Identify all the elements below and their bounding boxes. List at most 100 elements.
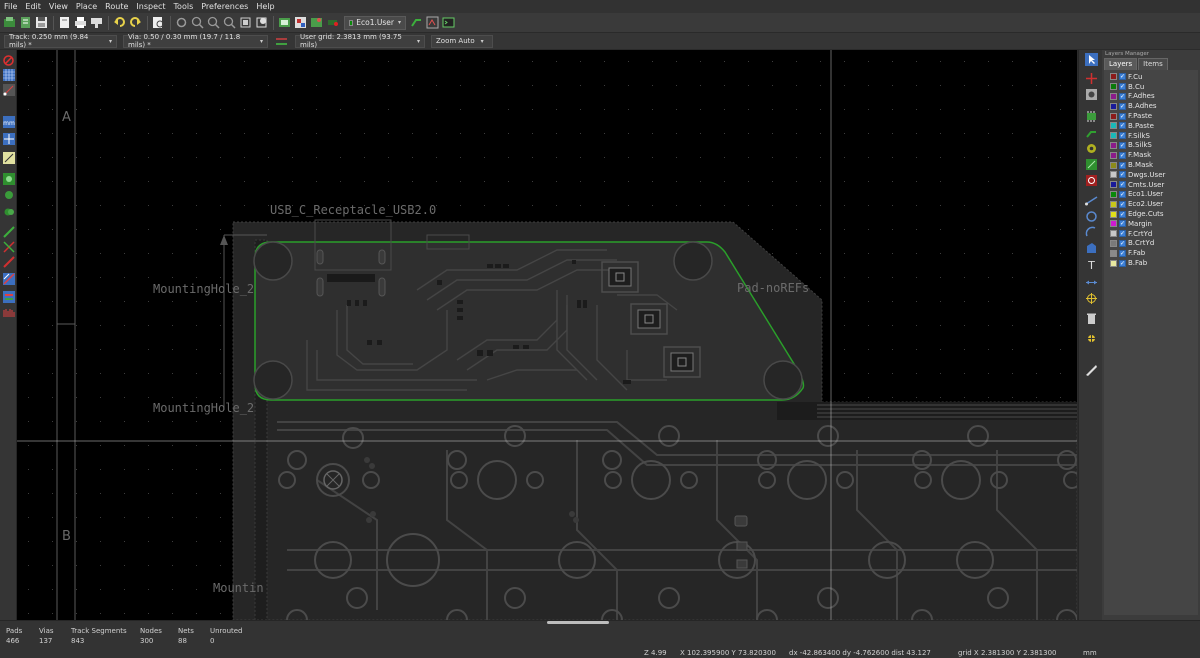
cursor-shape-icon[interactable] — [1, 132, 16, 145]
add-via-icon[interactable] — [1084, 142, 1098, 155]
high-contrast-icon[interactable] — [1, 272, 16, 285]
layer-row[interactable]: ✓ B.CrtYd — [1104, 239, 1198, 249]
layer-row[interactable]: ✓ Edge.Cuts — [1104, 209, 1198, 219]
layer-visibility-checkbox[interactable]: ✓ — [1119, 230, 1126, 238]
zoom-fit-icon[interactable] — [222, 15, 237, 30]
menu-file[interactable]: File — [4, 2, 17, 11]
layer-visibility-checkbox[interactable]: ✓ — [1119, 171, 1126, 179]
highlight-net-icon[interactable] — [1084, 72, 1098, 85]
local-ratsnest-icon[interactable] — [1084, 88, 1098, 101]
tab-layers[interactable]: Layers — [1104, 58, 1138, 70]
pad-sketch-icon[interactable] — [1, 225, 16, 238]
layer-row[interactable]: ✓ F.CrtYd — [1104, 229, 1198, 239]
new-board-icon[interactable] — [18, 15, 33, 30]
auto-track-width-icon[interactable] — [274, 34, 289, 49]
layers-manager-icon[interactable] — [1, 290, 16, 303]
layer-row[interactable]: ✓ B.Paste — [1104, 121, 1198, 131]
drc-off-icon[interactable] — [1, 54, 16, 67]
layer-row[interactable]: ✓ Dwgs.User — [1104, 170, 1198, 180]
layer-color-swatch[interactable] — [1110, 73, 1117, 81]
layer-row[interactable]: ✓ B.Cu — [1104, 82, 1198, 92]
route-track-icon[interactable] — [1084, 126, 1098, 139]
layer-visibility-checkbox[interactable]: ✓ — [1119, 259, 1126, 267]
drc-icon[interactable] — [425, 15, 440, 30]
zone-outline-icon[interactable] — [1, 188, 16, 201]
layer-visibility-checkbox[interactable]: ✓ — [1119, 102, 1126, 110]
add-target-icon[interactable] — [1084, 292, 1098, 305]
set-origin-icon[interactable] — [1084, 332, 1098, 345]
plot-icon[interactable] — [89, 15, 104, 30]
layer-color-swatch[interactable] — [1110, 181, 1117, 189]
menu-help[interactable]: Help — [256, 2, 274, 11]
layer-visibility-checkbox[interactable]: ✓ — [1119, 83, 1126, 91]
layer-visibility-checkbox[interactable]: ✓ — [1119, 249, 1126, 257]
refresh-icon[interactable] — [174, 15, 189, 30]
zoom-selection-icon[interactable] — [238, 15, 253, 30]
canvas-scroll-handle[interactable] — [547, 621, 609, 624]
layer-row[interactable]: ✓ B.Adhes — [1104, 101, 1198, 111]
layer-visibility-checkbox[interactable]: ✓ — [1119, 141, 1126, 149]
add-line-icon[interactable] — [1084, 194, 1098, 207]
menu-preferences[interactable]: Preferences — [201, 2, 248, 11]
track-sketch-icon[interactable] — [1, 255, 16, 268]
tab-items[interactable]: Items — [1138, 58, 1168, 70]
zone-display-icon[interactable] — [1, 172, 16, 185]
layer-visibility-checkbox[interactable]: ✓ — [1119, 151, 1126, 159]
layer-row[interactable]: ✓ F.Adhes — [1104, 92, 1198, 102]
polar-coords-icon[interactable] — [1, 83, 16, 96]
layer-color-swatch[interactable] — [1110, 151, 1117, 159]
layer-color-swatch[interactable] — [1110, 122, 1117, 130]
layer-color-swatch[interactable] — [1110, 132, 1117, 140]
layer-visibility-checkbox[interactable]: ✓ — [1119, 92, 1126, 100]
delete-icon[interactable] — [1084, 312, 1098, 325]
layer-row[interactable]: ✓ F.Fab — [1104, 248, 1198, 258]
layer-visibility-checkbox[interactable]: ✓ — [1119, 132, 1126, 140]
layer-row[interactable]: ✓ Cmts.User — [1104, 180, 1198, 190]
layer-row[interactable]: ✓ Eco1.User — [1104, 190, 1198, 200]
layer-row[interactable]: ✓ F.SilkS — [1104, 131, 1198, 141]
layer-visibility-checkbox[interactable]: ✓ — [1119, 239, 1126, 247]
layer-color-swatch[interactable] — [1110, 161, 1117, 169]
layer-color-swatch[interactable] — [1110, 92, 1117, 100]
menu-route[interactable]: Route — [105, 2, 128, 11]
layer-color-swatch[interactable] — [1110, 210, 1117, 218]
add-footprint-icon[interactable] — [1084, 110, 1098, 123]
layer-visibility-checkbox[interactable]: ✓ — [1119, 112, 1126, 120]
add-text-icon[interactable]: T — [1084, 258, 1098, 271]
via-sketch-icon[interactable] — [1, 240, 16, 253]
layer-color-swatch[interactable] — [1110, 102, 1117, 110]
layer-visibility-checkbox[interactable]: ✓ — [1119, 200, 1126, 208]
layer-visibility-checkbox[interactable]: ✓ — [1119, 190, 1126, 198]
menu-place[interactable]: Place — [76, 2, 97, 11]
undo-icon[interactable] — [112, 15, 127, 30]
layer-row[interactable]: ✓ Margin — [1104, 219, 1198, 229]
layer-row[interactable]: ✓ F.Mask — [1104, 150, 1198, 160]
layer-color-swatch[interactable] — [1110, 112, 1117, 120]
layer-color-swatch[interactable] — [1110, 239, 1117, 247]
menu-edit[interactable]: Edit — [25, 2, 41, 11]
zoom-out-icon[interactable] — [206, 15, 221, 30]
layer-color-swatch[interactable] — [1110, 249, 1117, 257]
zoom-area-icon[interactable] — [254, 15, 269, 30]
layer-visibility-checkbox[interactable]: ✓ — [1119, 210, 1126, 218]
redo-icon[interactable] — [128, 15, 143, 30]
menu-tools[interactable]: Tools — [174, 2, 194, 11]
show-ratsnest-icon[interactable] — [1, 151, 16, 164]
add-arc-icon[interactable] — [1084, 226, 1098, 239]
pcb-canvas[interactable]: A B USB_C_Receptacle_USB2.0 MountingHole… — [17, 50, 1077, 620]
layer-row[interactable]: ✓ F.Paste — [1104, 111, 1198, 121]
grid-select[interactable]: User grid: 2.3813 mm (93.75 mils) ▾ — [295, 33, 425, 49]
menu-view[interactable]: View — [49, 2, 68, 11]
route-icon[interactable] — [409, 15, 424, 30]
library-icon[interactable] — [293, 15, 308, 30]
add-zone-icon[interactable] — [1084, 158, 1098, 171]
layer-color-swatch[interactable] — [1110, 230, 1117, 238]
layer-color-swatch[interactable] — [1110, 141, 1117, 149]
page-settings-icon[interactable] — [57, 15, 72, 30]
via-size-select[interactable]: Via: 0.50 / 0.30 mm (19.7 / 11.8 mils) *… — [123, 33, 268, 49]
add-polygon-icon[interactable] — [1084, 242, 1098, 255]
select-tool-icon[interactable] — [1084, 53, 1098, 66]
layer-visibility-checkbox[interactable]: ✓ — [1119, 161, 1126, 169]
layer-row[interactable]: ✓ Eco2.User — [1104, 199, 1198, 209]
find-icon[interactable] — [151, 15, 166, 30]
